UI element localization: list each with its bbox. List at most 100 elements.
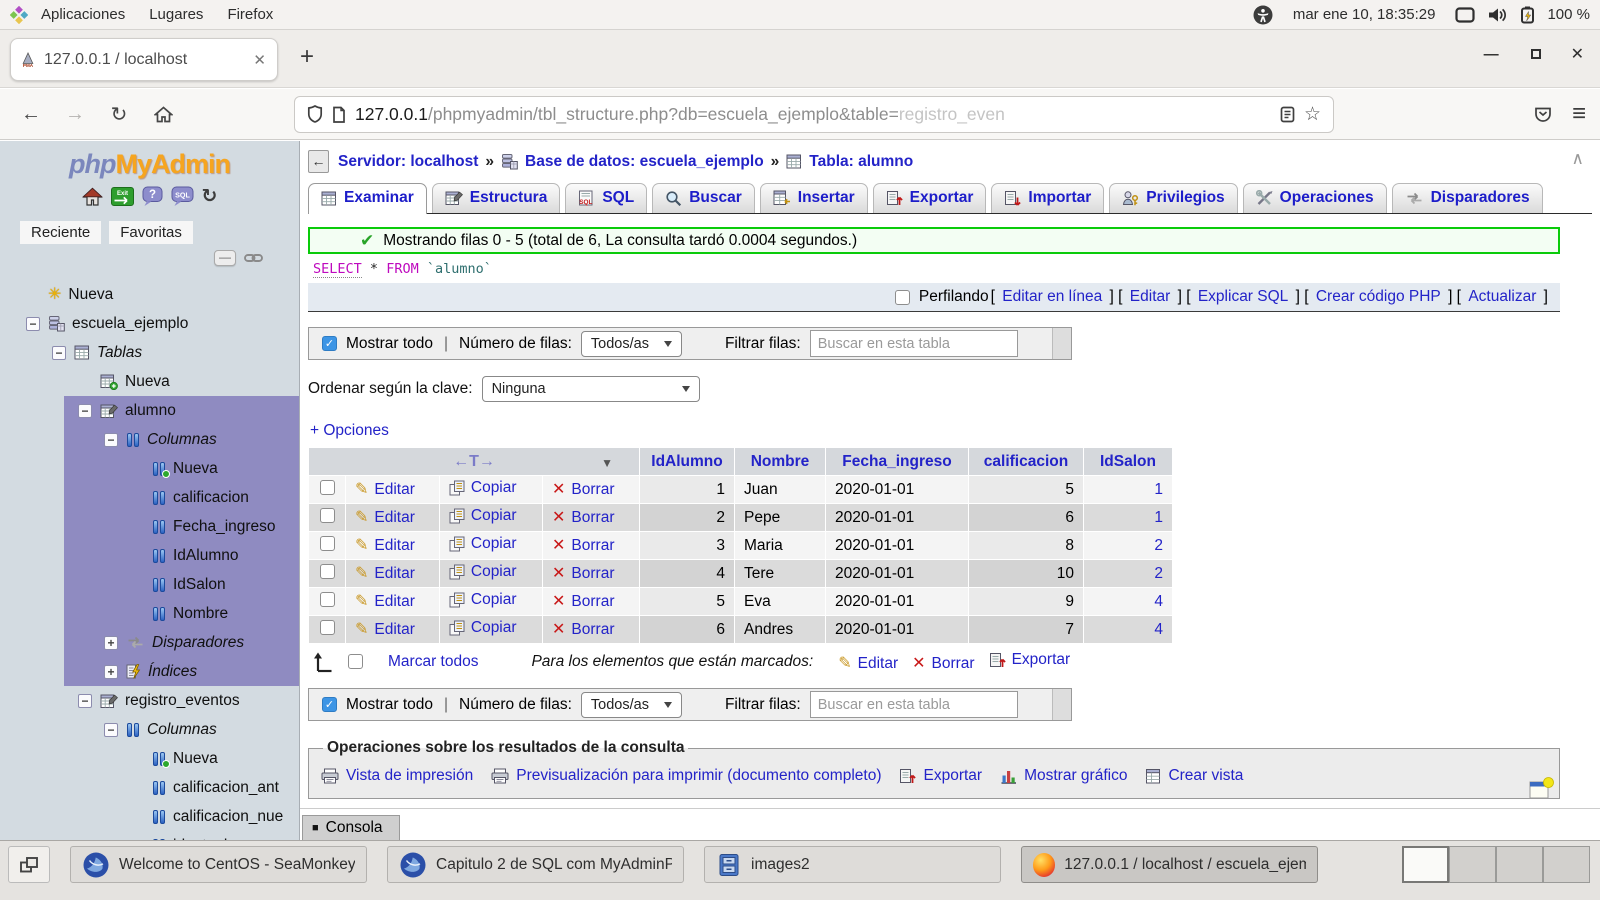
profiling-link[interactable]: Editar en línea: [999, 288, 1105, 305]
tree-expander-minus-icon[interactable]: −: [78, 694, 92, 708]
row-checkbox[interactable]: [320, 480, 335, 495]
tree-item-columnas[interactable]: −Columnas: [0, 715, 299, 744]
with-selected-exportar-link[interactable]: Exportar: [989, 651, 1071, 669]
row-checkbox[interactable]: [320, 536, 335, 551]
tree-item-índices[interactable]: +Índices: [0, 657, 299, 686]
with-selected-borrar-link[interactable]: ✕Borrar: [912, 655, 974, 673]
tree-item-nueva[interactable]: Nueva: [0, 367, 299, 396]
column-tools-header[interactable]: ←T→ ▼: [309, 448, 639, 475]
profiling-link[interactable]: Actualizar: [1465, 288, 1539, 305]
tree-item-escuela_ejemplo[interactable]: −escuela_ejemplo: [0, 309, 299, 338]
logout-icon[interactable]: Exit: [111, 187, 134, 206]
copy-link[interactable]: Copiar: [449, 563, 517, 581]
reader-mode-icon[interactable]: [1280, 106, 1295, 123]
taskbar-window-button[interactable]: 127.0.0.1 / localhost / escuela_ejem...: [1021, 846, 1318, 883]
menu-firefox[interactable]: Firefox: [216, 3, 284, 26]
tab-close-icon[interactable]: ✕: [251, 51, 268, 69]
check-all-checkbox[interactable]: [348, 654, 363, 669]
collapse-toolbar-icon[interactable]: ∧: [1572, 149, 1584, 169]
delete-link[interactable]: ✕Borrar: [552, 621, 614, 639]
forward-button[interactable]: →: [58, 97, 92, 131]
idsalon-link[interactable]: 1: [1154, 509, 1163, 526]
url-bar[interactable]: 127.0.0.1/phpmyadmin/tbl_structure.php?d…: [294, 96, 1334, 133]
tree-item-columnas[interactable]: −Columnas: [0, 425, 299, 454]
tree-expander-plus-icon[interactable]: +: [104, 665, 118, 679]
clock[interactable]: mar ene 10, 18:35:29: [1285, 6, 1444, 23]
tab-operaciones[interactable]: Operaciones: [1243, 183, 1387, 213]
copy-link[interactable]: Copiar: [449, 619, 517, 637]
taskbar-window-button[interactable]: Welcome to CentOS - SeaMonkey: [70, 846, 367, 883]
refresh-icon[interactable]: ↻: [202, 187, 218, 206]
edit-link[interactable]: ✎Editar: [355, 565, 415, 583]
copy-link[interactable]: Copiar: [449, 535, 517, 553]
show-desktop-button[interactable]: [8, 846, 50, 883]
console-toggle[interactable]: ■ Consola: [302, 815, 400, 840]
profiling-link[interactable]: Explicar SQL: [1195, 288, 1291, 305]
idsalon-link[interactable]: 2: [1154, 537, 1163, 554]
delete-link[interactable]: ✕Borrar: [552, 481, 614, 499]
row-checkbox[interactable]: [320, 620, 335, 635]
tree-item-alumno[interactable]: −alumno: [0, 396, 299, 425]
query-op-link[interactable]: Previsualización para imprimir (document…: [491, 767, 881, 785]
tree-expander-minus-icon[interactable]: −: [26, 317, 40, 331]
tree-expander-minus-icon[interactable]: −: [52, 346, 66, 360]
check-all-link[interactable]: Marcar todos: [388, 653, 478, 671]
breadcrumb-segment[interactable]: Base de datos: escuela_ejemplo: [525, 153, 764, 171]
idsalon-link[interactable]: 4: [1154, 621, 1163, 638]
panel-back-button[interactable]: ←: [308, 150, 329, 173]
home-icon[interactable]: [82, 187, 103, 206]
tab-buscar[interactable]: Buscar: [652, 183, 755, 213]
window-close-button[interactable]: ✕: [1571, 44, 1584, 64]
taskbar-window-button[interactable]: Capitulo 2 de SQL com MyAdminPH...: [387, 846, 684, 883]
tab-privilegios[interactable]: Privilegios: [1109, 183, 1237, 213]
delete-link[interactable]: ✕Borrar: [552, 509, 614, 527]
menu-hamburger-icon[interactable]: ≡: [1572, 100, 1586, 128]
row-checkbox[interactable]: [320, 564, 335, 579]
distro-logo-icon[interactable]: [10, 6, 28, 24]
show-all-checkbox[interactable]: ✓: [322, 336, 337, 351]
tree-item-calificacion[interactable]: calificacion: [0, 483, 299, 512]
column-header-calificacion[interactable]: calificacion: [969, 448, 1083, 475]
bookmark-star-icon[interactable]: ☆: [1304, 105, 1321, 124]
tree-item-registro_eventos[interactable]: −registro_eventos: [0, 686, 299, 715]
collapse-all-button[interactable]: —: [214, 250, 236, 266]
profiling-link[interactable]: Editar: [1127, 288, 1174, 305]
screen-icon[interactable]: [1455, 7, 1475, 23]
browser-tab[interactable]: PMA 127.0.0.1 / localhost ✕: [10, 38, 278, 81]
profiling-checkbox[interactable]: [895, 290, 910, 305]
column-header-nombre[interactable]: Nombre: [735, 448, 825, 475]
num-rows-select[interactable]: Todos/as: [581, 692, 682, 718]
with-selected-editar-link[interactable]: ✎Editar: [838, 655, 898, 673]
tree-item-tablas[interactable]: −Tablas: [0, 338, 299, 367]
edit-link[interactable]: ✎Editar: [355, 621, 415, 639]
tree-item-idsalon[interactable]: IdSalon: [0, 570, 299, 599]
profiling-link[interactable]: Crear código PHP: [1313, 288, 1444, 305]
num-rows-select[interactable]: Todos/as: [581, 331, 682, 357]
link-chain-icon[interactable]: [244, 253, 263, 263]
home-button[interactable]: [146, 97, 180, 131]
pocket-icon[interactable]: [1534, 105, 1552, 123]
tree-expander-minus-icon[interactable]: −: [104, 433, 118, 447]
tree-item-fecha_ingreso[interactable]: Fecha_ingreso: [0, 512, 299, 541]
workspace-cell[interactable]: [1543, 846, 1590, 883]
row-checkbox[interactable]: [320, 592, 335, 607]
menu-aplicaciones[interactable]: Aplicaciones: [30, 3, 136, 26]
copy-link[interactable]: Copiar: [449, 591, 517, 609]
edit-link[interactable]: ✎Editar: [355, 537, 415, 555]
back-button[interactable]: ←: [14, 97, 48, 131]
page-info-icon[interactable]: [332, 106, 346, 123]
tree-item-nueva[interactable]: ✳Nueva: [0, 280, 299, 309]
transpose-icon[interactable]: ←T→: [453, 453, 495, 470]
tree-item-nueva[interactable]: Nueva: [0, 744, 299, 773]
breadcrumb-segment[interactable]: Servidor: localhost: [338, 153, 478, 171]
sidebar-tab-favoritas[interactable]: Favoritas: [109, 221, 193, 244]
delete-link[interactable]: ✕Borrar: [552, 537, 614, 555]
idsalon-link[interactable]: 4: [1154, 593, 1163, 610]
edit-link[interactable]: ✎Editar: [355, 509, 415, 527]
window-maximize-button[interactable]: [1531, 49, 1541, 59]
tree-item-idalumno[interactable]: IdAlumno: [0, 541, 299, 570]
tab-examinar[interactable]: Examinar: [308, 183, 427, 214]
options-toggle-link[interactable]: + Opciones: [310, 422, 1600, 440]
row-checkbox[interactable]: [320, 508, 335, 523]
tree-item-nueva[interactable]: Nueva: [0, 454, 299, 483]
